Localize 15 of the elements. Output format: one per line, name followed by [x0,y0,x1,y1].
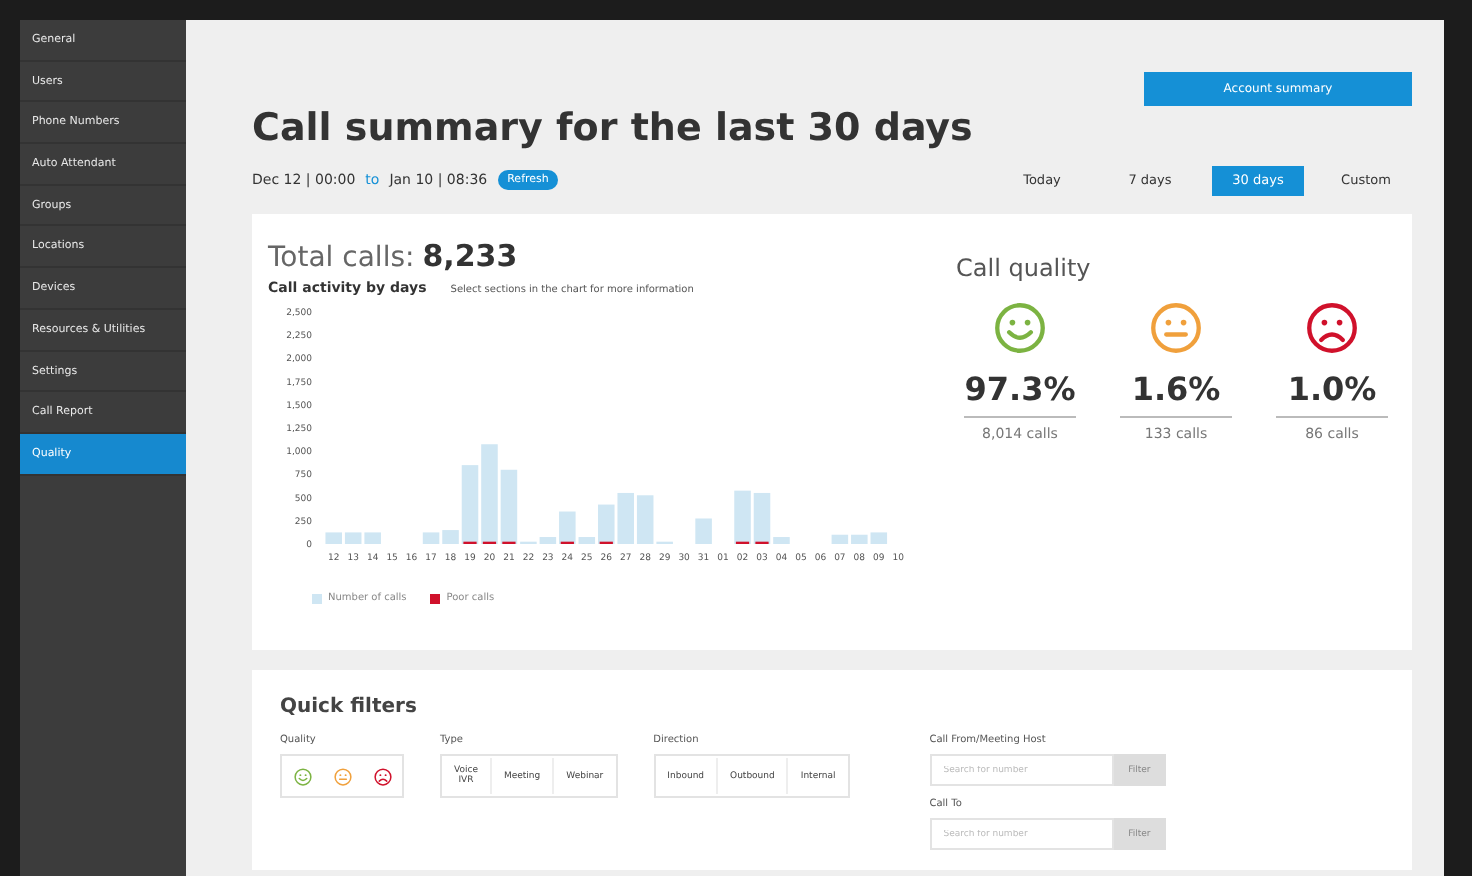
quality-percent: 1.6% [1120,370,1232,418]
quality-percent: 1.0% [1276,370,1388,418]
quality-percent: 97.3% [964,370,1076,418]
total-calls-label: Total calls: [268,242,415,274]
bar[interactable] [500,469,518,544]
legend-swatch [312,593,322,603]
section-title: Quick filters [280,696,419,718]
legend-swatch [430,593,441,603]
bar[interactable] [559,511,576,544]
section-title: Call quality [956,254,1093,282]
bar[interactable] [734,490,751,544]
bar[interactable] [598,504,615,544]
page-title: Call summary for the last 30 days [252,106,975,150]
bar[interactable] [753,492,771,544]
total-calls-value: 8,233 [422,238,518,274]
